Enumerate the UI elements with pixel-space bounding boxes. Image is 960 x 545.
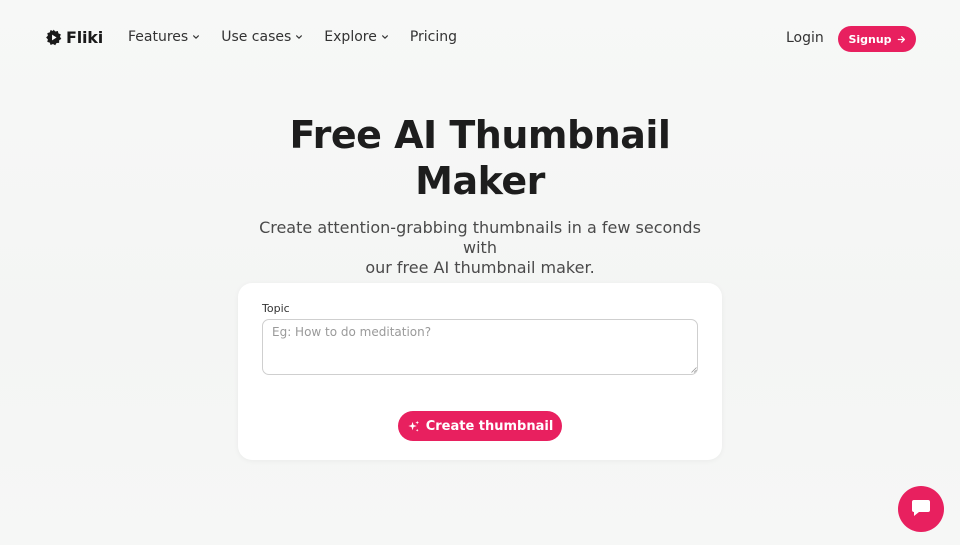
nav-item-label: Pricing	[409, 29, 458, 45]
brand-name: Fliki	[66, 28, 104, 47]
brand-logo[interactable]: Fliki	[45, 28, 103, 47]
signup-button[interactable]: Signup	[838, 26, 916, 52]
create-thumbnail-label: Create thumbnail	[425, 418, 554, 434]
resize-handle-icon[interactable]	[691, 367, 697, 373]
nav-item-pricing[interactable]: Pricing	[410, 29, 457, 45]
chat-bubble-icon	[912, 500, 930, 516]
nav-item-label: Explore	[324, 29, 377, 45]
nav-item-use-cases[interactable]: Use cases	[221, 29, 303, 45]
fliki-logo-icon	[46, 29, 62, 46]
topic-label: Topic	[262, 302, 290, 315]
page-subtitle-line-2: our free AI thumbnail maker.	[365, 258, 595, 277]
main-nav: Features Use cases Explore Pricing	[128, 29, 478, 45]
page: Fliki Features Use cases Explore Pricing…	[0, 0, 960, 545]
nav-item-label: Use cases	[221, 29, 292, 45]
chevron-down-icon	[296, 35, 303, 39]
chevron-down-icon	[381, 35, 388, 39]
signup-label: Signup	[848, 32, 892, 46]
create-thumbnail-button[interactable]: Create thumbnail	[398, 411, 562, 441]
thumbnail-form-card: Topic Create thumbnail	[238, 283, 722, 460]
page-title-line-1: Free AI Thumbnail	[289, 113, 671, 157]
page-title-line-2: Maker	[415, 159, 545, 203]
nav-item-label: Features	[128, 29, 189, 45]
chat-launcher-button[interactable]	[898, 486, 944, 532]
nav-item-features[interactable]: Features	[128, 29, 200, 45]
site-header: Fliki Features Use cases Explore Pricing…	[0, 0, 960, 78]
sparkles-icon	[408, 420, 419, 432]
page-subtitle: Create attention-grabbing thumbnails in …	[240, 218, 720, 278]
login-link[interactable]: Login	[786, 30, 824, 46]
nav-item-explore[interactable]: Explore	[324, 29, 389, 45]
arrow-right-icon	[897, 35, 905, 43]
chevron-down-icon	[193, 35, 200, 39]
page-subtitle-line-1: Create attention-grabbing thumbnails in …	[259, 218, 701, 257]
topic-input[interactable]	[262, 319, 698, 375]
page-title: Free AI Thumbnail Maker	[0, 112, 960, 204]
